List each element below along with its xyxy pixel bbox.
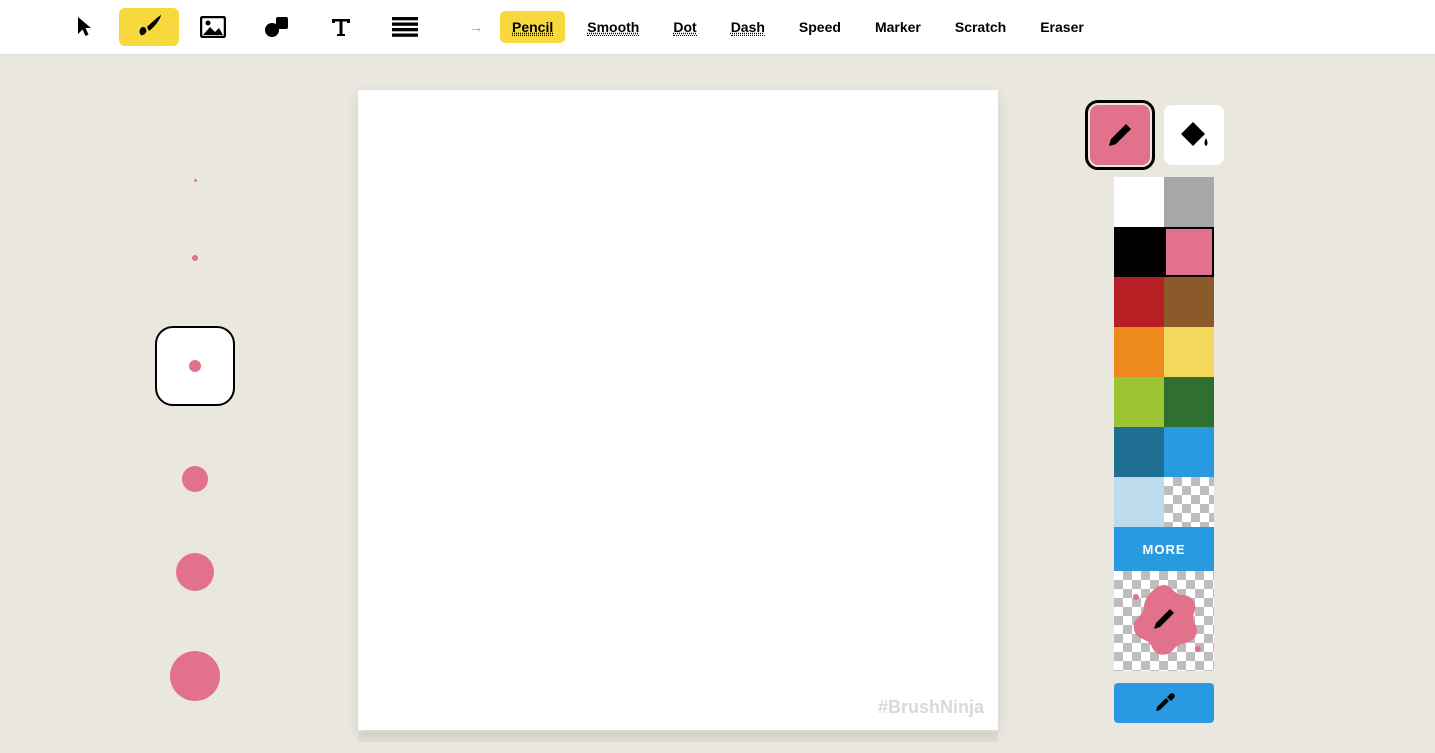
brush-marker[interactable]: Marker — [863, 11, 933, 43]
lines-icon — [392, 17, 418, 37]
brush-icon — [135, 15, 163, 39]
size-xs[interactable] — [155, 170, 235, 190]
brush-scratch[interactable]: Scratch — [943, 11, 1018, 43]
brush-dot[interactable]: Dot — [661, 11, 708, 43]
lines-tool[interactable] — [375, 8, 435, 46]
bucket-icon — [1177, 120, 1211, 150]
fill-mode-button[interactable] — [1164, 105, 1224, 165]
size-xl[interactable] — [155, 552, 235, 592]
image-icon — [200, 16, 226, 38]
text-tool[interactable] — [311, 8, 371, 46]
swatch-green[interactable] — [1164, 377, 1214, 427]
swatch-white[interactable] — [1114, 177, 1164, 227]
swatch-grey[interactable] — [1164, 177, 1214, 227]
brush-eraser[interactable]: Eraser — [1028, 11, 1096, 43]
canvas-shadow — [358, 732, 998, 742]
brush-pencil[interactable]: Pencil — [500, 11, 565, 43]
size-picker — [155, 170, 235, 702]
image-tool[interactable] — [183, 8, 243, 46]
cursor-tool[interactable] — [55, 8, 115, 46]
swatch-orange[interactable] — [1114, 327, 1164, 377]
swatch-lightblue[interactable] — [1114, 477, 1164, 527]
size-l[interactable] — [155, 464, 235, 494]
brush-speed[interactable]: Speed — [787, 11, 853, 43]
color-palette: MORE — [1114, 177, 1214, 723]
custom-color-swatch[interactable] — [1114, 571, 1214, 671]
right-panel: MORE — [1090, 105, 1230, 723]
separator-arrow: → — [469, 19, 483, 35]
swatch-black[interactable] — [1114, 227, 1164, 277]
swatch-blue[interactable] — [1164, 427, 1214, 477]
swatch-teal[interactable] — [1114, 427, 1164, 477]
brush-smooth[interactable]: Smooth — [575, 11, 651, 43]
size-s[interactable] — [155, 248, 235, 268]
swatch-pink[interactable] — [1164, 227, 1214, 277]
brush-dash[interactable]: Dash — [719, 11, 777, 43]
size-xxl[interactable] — [155, 650, 235, 702]
canvas-watermark: #BrushNinja — [878, 697, 984, 718]
size-m[interactable] — [155, 326, 235, 406]
shape-tool[interactable] — [247, 8, 307, 46]
cursor-icon — [76, 16, 94, 38]
swatch-red[interactable] — [1114, 277, 1164, 327]
swatch-lime[interactable] — [1114, 377, 1164, 427]
text-icon — [329, 16, 353, 38]
swatch-transparent[interactable] — [1164, 477, 1214, 527]
top-toolbar: → Pencil Smooth Dot Dash Speed Marker Sc… — [0, 0, 1435, 54]
canvas[interactable]: #BrushNinja — [358, 90, 998, 730]
eyedropper-button[interactable] — [1114, 683, 1214, 723]
stroke-mode-button[interactable] — [1090, 105, 1150, 165]
brush-tool[interactable] — [119, 8, 179, 46]
swatch-yellow[interactable] — [1164, 327, 1214, 377]
eyedropper-icon — [1152, 691, 1176, 715]
pencil-icon — [1104, 119, 1136, 151]
more-colors-button[interactable]: MORE — [1114, 527, 1214, 571]
shape-icon — [265, 16, 289, 38]
paint-blob-icon — [1122, 579, 1206, 663]
swatch-brown[interactable] — [1164, 277, 1214, 327]
